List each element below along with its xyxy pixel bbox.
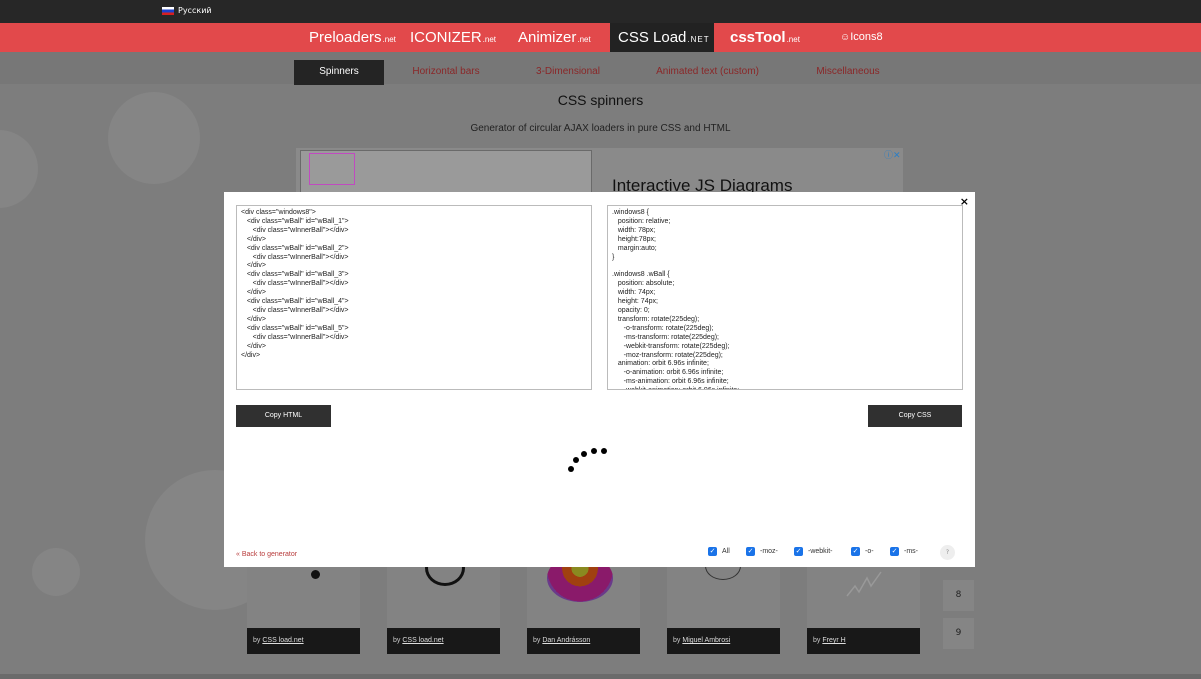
spinner-card[interactable]: by Dan Andrásson xyxy=(527,554,640,654)
site-name: cssTool xyxy=(730,29,786,46)
checkbox-checked-icon[interactable]: ✓ xyxy=(708,547,717,556)
prefix-option-o[interactable]: ✓ -o- xyxy=(851,547,874,556)
copy-html-button[interactable]: Copy HTML xyxy=(236,405,331,427)
checkbox-checked-icon[interactable]: ✓ xyxy=(890,547,899,556)
tab-spinners[interactable]: Spinners xyxy=(294,60,384,85)
background-spinner-decoration xyxy=(0,130,38,208)
card-credit: by Dan Andrásson xyxy=(527,628,640,654)
site-name: CSS Load xyxy=(618,29,687,46)
page-button-8[interactable]: 8 xyxy=(943,580,974,611)
bottom-strip xyxy=(0,674,1201,679)
checkbox-checked-icon[interactable]: ✓ xyxy=(794,547,803,556)
html-code-textarea[interactable]: <div class="windows8"> <div class="wBall… xyxy=(236,205,592,390)
site-suffix: .NET xyxy=(687,35,710,44)
by-label: by xyxy=(813,637,821,644)
back-to-generator-link[interactable]: « Back to generator xyxy=(236,551,297,558)
prefix-option-webkit[interactable]: ✓ -webkit- xyxy=(794,547,833,556)
spinner-ball xyxy=(573,457,579,463)
site-link-iconizer[interactable]: ICONIZER.net xyxy=(410,23,496,52)
site-link-icons8[interactable]: ☺Icons8 xyxy=(840,23,883,52)
site-suffix: .net xyxy=(382,35,396,44)
prefix-option-ms[interactable]: ✓ -ms- xyxy=(890,547,918,556)
ad-diagram-box xyxy=(309,153,355,185)
sites-nav: Preloaders.net ICONIZER.net Animizer.net… xyxy=(0,23,1201,52)
background-spinner-decoration xyxy=(108,92,200,184)
author-link[interactable]: Miguel Ambrosi xyxy=(682,637,730,644)
by-label: by xyxy=(393,637,401,644)
spinner-card[interactable]: by Miguel Ambrosi xyxy=(667,552,780,654)
site-suffix: .net xyxy=(577,35,591,44)
spinner-card[interactable]: by CSS load.net xyxy=(387,550,500,654)
option-label: All xyxy=(722,548,730,555)
tab-animated-text[interactable]: Animated text (custom) xyxy=(640,60,775,84)
by-label: by xyxy=(253,637,261,644)
spinner-ball xyxy=(568,466,574,472)
card-credit: by Miguel Ambrosi xyxy=(667,628,780,654)
site-name: ICONIZER xyxy=(410,29,482,46)
option-label: -o- xyxy=(865,548,874,555)
language-label: Русский xyxy=(178,6,212,15)
page-button-9[interactable]: 9 xyxy=(943,618,974,649)
site-name: Preloaders xyxy=(309,29,382,46)
option-label: -webkit- xyxy=(808,548,833,555)
checkbox-checked-icon[interactable]: ✓ xyxy=(851,547,860,556)
language-switch[interactable]: Русский xyxy=(162,6,212,15)
author-link[interactable]: Dan Andrásson xyxy=(542,637,590,644)
background-spinner-decoration xyxy=(32,548,80,596)
by-label: by xyxy=(673,637,681,644)
site-link-csstool[interactable]: cssTool.net xyxy=(730,23,800,52)
html-code-text: <div class="windows8"> <div class="wBall… xyxy=(241,209,349,359)
spinner-card[interactable]: by CSS load.net xyxy=(247,566,360,654)
author-link[interactable]: CSS load.net xyxy=(262,637,303,644)
spinner-preview-cracks xyxy=(846,571,882,597)
css-code-text: .windows8 { position: relative; width: 7… xyxy=(612,209,739,389)
code-modal: × <div class="windows8"> <div class="wBa… xyxy=(224,192,975,567)
option-label: -ms- xyxy=(904,548,918,555)
site-link-animizer[interactable]: Animizer.net xyxy=(518,23,591,52)
help-icon[interactable]: ? xyxy=(940,545,955,560)
css-code-textarea[interactable]: .windows8 { position: relative; width: 7… xyxy=(607,205,963,390)
icons8-logo-icon: ☺ xyxy=(840,32,851,43)
ad-headline: Interactive JS Diagrams xyxy=(612,176,793,192)
ad-choices-icon[interactable]: ⓘ✕ xyxy=(884,148,901,161)
site-link-preloaders[interactable]: Preloaders.net xyxy=(309,23,396,52)
spinner-ball xyxy=(591,448,597,454)
top-bar: Русский xyxy=(0,0,1201,23)
option-label: -moz- xyxy=(760,548,778,555)
spinner-preview-dot xyxy=(311,570,320,579)
site-suffix: .net xyxy=(482,35,497,44)
russia-flag-icon xyxy=(162,6,174,15)
author-link[interactable]: CSS load.net xyxy=(402,637,443,644)
spinner-ball xyxy=(601,448,607,454)
checkbox-checked-icon[interactable]: ✓ xyxy=(746,547,755,556)
site-link-cssload[interactable]: CSS Load.NET xyxy=(610,23,714,52)
tab-horizontal-bars[interactable]: Horizontal bars xyxy=(396,60,496,84)
category-tabs: Spinners Horizontal bars 3-Dimensional A… xyxy=(0,52,1201,85)
ad-image xyxy=(300,150,592,192)
card-credit: by CSS load.net xyxy=(387,628,500,654)
site-name: Animizer xyxy=(518,29,577,46)
by-label: by xyxy=(533,637,541,644)
site-name: Icons8 xyxy=(850,31,883,43)
ad-banner[interactable]: Interactive JS Diagrams ⓘ✕ xyxy=(296,148,903,192)
card-credit: by CSS load.net xyxy=(247,628,360,654)
prefix-option-moz[interactable]: ✓ -moz- xyxy=(746,547,778,556)
site-suffix: .net xyxy=(786,35,800,44)
prefix-option-all[interactable]: ✓ All xyxy=(708,547,730,556)
tab-3-dimensional[interactable]: 3-Dimensional xyxy=(518,60,618,84)
copy-css-button[interactable]: Copy CSS xyxy=(868,405,962,427)
spinner-card[interactable]: by Freyr H xyxy=(807,566,920,654)
spinner-ball xyxy=(581,451,587,457)
card-credit: by Freyr H xyxy=(807,628,920,654)
tab-miscellaneous[interactable]: Miscellaneous xyxy=(800,60,896,84)
author-link[interactable]: Freyr H xyxy=(822,637,845,644)
